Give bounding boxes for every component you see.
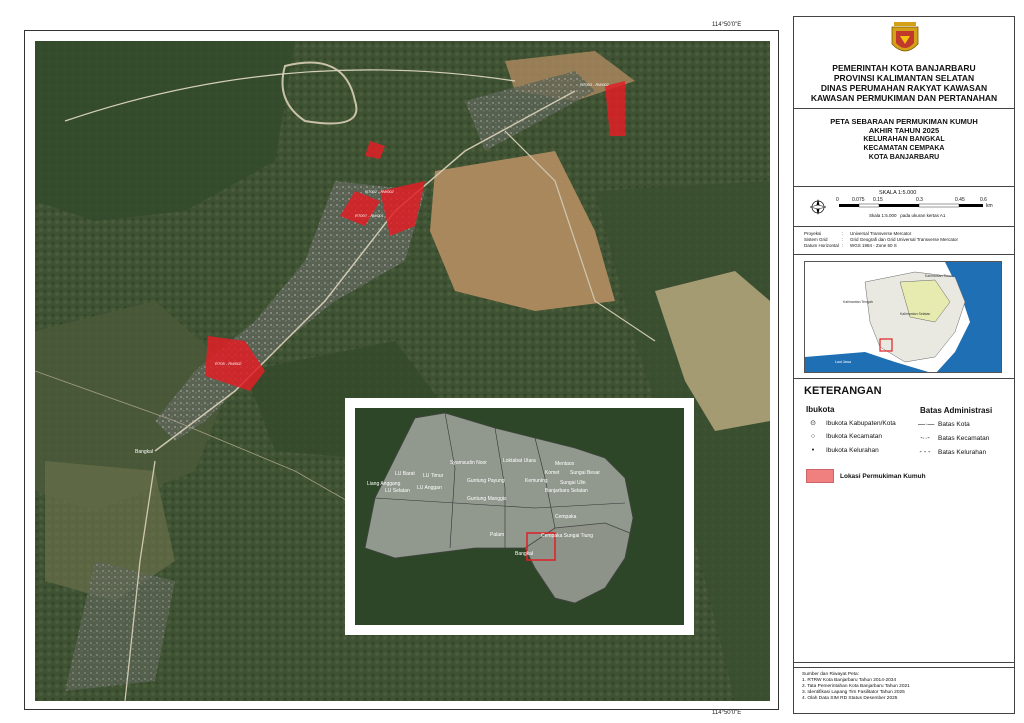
inset-label-lu-selatan: LU Selatan [385, 488, 410, 494]
bottom-longitude-label: 114°50'0"E [712, 710, 742, 716]
legend-item-slum-location: Lokasi Permukiman Kumuh [806, 469, 926, 483]
inset-label-lu-anggan: LU Anggan [417, 485, 442, 491]
inset-label-sungai-ulin: Sungai Ulin [560, 480, 586, 486]
inset-label-guntung-manggis: Guntung Manggis [467, 496, 507, 502]
north-arrow-icon [809, 199, 827, 215]
inset-label-loktabat-utara: Loktabat Utara [503, 458, 536, 464]
map-title: PETA SEBARAAN PERMUKIMAN KUMUH [830, 117, 978, 126]
slum-label-1: RT05 - RW002 [215, 361, 242, 366]
slum-label-3: RT007 - RW001 [355, 213, 384, 218]
inset-label-komet: Komet [545, 470, 560, 476]
inset-label-mentaos: Mentaos [555, 461, 575, 467]
source-section: Sumber dan Riwayat Peta: 1. RTRW Kota Ba… [794, 667, 1014, 713]
inset-label-palam: Palam [490, 532, 505, 538]
kecamatan-name: KECAMATAN CEMPAKA [863, 145, 945, 152]
inset-label-liang-anggang: Liang Anggang [367, 481, 401, 487]
slum-label-4: RT003 - RW002 [580, 82, 609, 87]
capital-city-symbol-icon: ⊙ [810, 420, 816, 427]
legend-item-district-boundary: -··- Batas Kecamatan [918, 435, 989, 442]
inset-map-frame: Syamsudin Noor Loktabat Utara Mentaos Ko… [345, 398, 694, 635]
city-boundary-line-icon: —·— [918, 421, 935, 428]
slum-label-2: RT002 - RW002 [365, 189, 394, 194]
legend-item-village-boundary: - - - Batas Kelurahan [919, 449, 987, 456]
inset-label-banjarbaru-selatan: Banjarbaru Selatan [545, 488, 588, 494]
locator-label-kalsel: Kalimantan Selatan [900, 312, 931, 316]
header-line-2: PROVINSI KALIMANTAN SELATAN [833, 73, 975, 83]
inset-label-guntung-payung: Guntung Payung [467, 478, 505, 484]
locator-map-graphic [805, 262, 1001, 372]
capital-village-symbol-icon: • [811, 447, 815, 454]
slum-area-swatch-icon [806, 469, 834, 483]
village-boundary-line-icon: - - - [919, 449, 931, 456]
city-emblem-logo [891, 22, 919, 52]
header-line-4: KAWASAN PERMUKIMAN DAN PERTANAHAN [810, 93, 998, 103]
locator-section: Kalimantan Tengah Kalimantan Timur Kalim… [794, 255, 1014, 379]
top-longitude-label: 114°50'0"E [712, 22, 742, 28]
header-section: PEMERINTAH KOTA BANJARBARU PROVINSI KALI… [794, 17, 1014, 109]
legend-admin-heading: Batas Administrasi [920, 406, 993, 415]
scale-tick-4: 0.45 [955, 197, 965, 203]
map-year: AKHIR TAHUN 2025 [868, 126, 940, 135]
agency-header: PEMERINTAH KOTA BANJARBARU PROVINSI KALI… [794, 63, 1014, 103]
kota-name: KOTA BANJARBARU [868, 154, 940, 161]
legend-item-capital-district: ○ Ibukota Kecamatan [806, 433, 882, 440]
scale-note: Skala 1:5.000 pada ukuran kertas A1 [869, 213, 946, 218]
scale-section: SKALA 1:5.000 0 0.075 0.15 0.3 0.45 0.6 … [794, 187, 1014, 227]
legend-capital-heading: Ibukota [806, 405, 835, 414]
legend-title: KETERANGAN [804, 385, 882, 397]
inset-label-lu-barat: LU Barat [395, 471, 415, 477]
inset-label-syamsudin-noor: Syamsudin Noor [450, 460, 487, 466]
capital-district-symbol-icon: ○ [810, 433, 816, 440]
scale-tick-2: 0.15 [873, 197, 883, 203]
legend-section: KETERANGAN Ibukota Batas Administrasi ⊙ I… [794, 379, 1014, 663]
info-panel: PEMERINTAH KOTA BANJARBARU PROVINSI KALI… [793, 16, 1015, 714]
legend-item-capital-city: ⊙ Ibukota Kabupaten/Kota [806, 419, 896, 428]
header-line-1: PEMERINTAH KOTA BANJARBARU [832, 63, 976, 73]
inset-label-kemuning: Kemuning [525, 478, 548, 484]
scale-tick-1: 0.075 [852, 197, 865, 203]
scale-unit: km [986, 203, 993, 209]
datum-row: Datum Horizontal: WGS 1984 - Zone 50 S [804, 243, 897, 248]
inset-boundaries [355, 408, 684, 625]
inset-label-cempaka: Cempaka [555, 514, 577, 520]
inset-label-bangkal: Bangkal [515, 551, 534, 557]
legend-item-city-boundary: —·— Batas Kota [918, 421, 970, 428]
kelurahan-name: KELURAHAN BANGKAL [863, 136, 945, 143]
scale-ratio: SKALA 1:5.000 [879, 190, 917, 196]
projection-section: Proyeksi: Universal Transverse Mercator S… [794, 227, 1014, 255]
inset-label-lu-timur: LU Timur [423, 473, 444, 479]
map-sheet: 114°50'0"E 114°50'0"E 9612000 9612000 [0, 0, 1024, 723]
inset-label-sungai-besar: Sungai Besar [570, 470, 601, 476]
village-label-bangkal: Bangkal [135, 449, 154, 455]
legend-item-capital-village: • Ibukota Kelurahan [806, 447, 879, 454]
scale-tick-3: 0.3 [916, 197, 923, 203]
locator-label-kaltim: Kalimantan Timur [925, 274, 953, 278]
locator-label-kalteng: Kalimantan Tengah [843, 300, 873, 304]
locator-map[interactable]: Kalimantan Tengah Kalimantan Timur Kalim… [804, 261, 1002, 373]
inset-map[interactable]: Syamsudin Noor Loktabat Utara Mentaos Ko… [355, 408, 684, 625]
source-line-4: 4. Olah Data SIM RD Status Desember 2025 [802, 696, 898, 701]
locator-label-laut-jawa: Laut Jawa [835, 360, 851, 364]
district-boundary-line-icon: -··- [920, 435, 930, 442]
header-line-3: DINAS PERUMAHAN RAKYAT KAWASAN [820, 83, 988, 93]
scale-tick-0: 0 [836, 197, 839, 203]
map-title-section: PETA SEBARAAN PERMUKIMAN KUMUH AKHIR TAH… [794, 109, 1014, 187]
inset-label-cempaka-sungai-tiung: Cempaka Sungai Tiung [541, 533, 593, 539]
